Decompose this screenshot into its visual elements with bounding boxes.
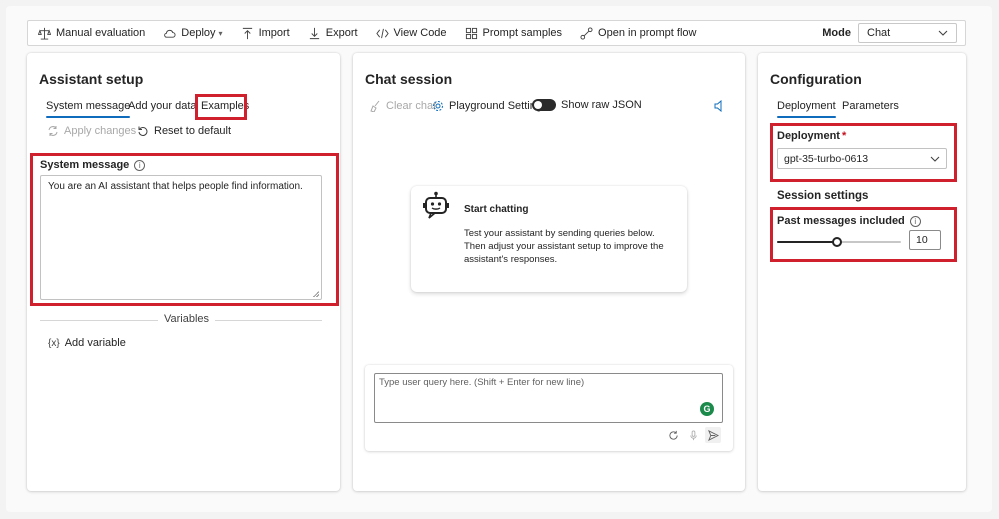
refresh-icon <box>668 430 678 440</box>
start-chatting-body: Test your assistant by sending queries b… <box>464 228 664 265</box>
bot-icon <box>423 191 449 219</box>
clear-chat-button[interactable]: Clear chat <box>369 100 436 112</box>
prompt-samples-button[interactable]: Prompt samples <box>465 27 562 40</box>
highlight-box-examples <box>195 94 247 120</box>
tab-parameters[interactable]: Parameters <box>842 100 899 112</box>
variable-icon: {x} <box>48 337 60 349</box>
mode-select[interactable]: Chat <box>858 23 957 43</box>
user-query-input[interactable]: Type user query here. (Shift + Enter for… <box>374 373 723 423</box>
send-button[interactable] <box>705 427 721 443</box>
top-toolbar: Manual evaluation Deploy ▾ Import Export… <box>27 20 966 46</box>
toggle-switch[interactable] <box>532 99 556 111</box>
speaker-icon[interactable] <box>714 100 724 112</box>
playground-settings-button[interactable]: Playground Settings <box>432 100 547 112</box>
scale-icon <box>38 27 51 40</box>
apply-changes-button[interactable]: Apply changes <box>47 125 136 137</box>
open-in-prompt-flow-button[interactable]: Open in prompt flow <box>580 26 696 40</box>
panel-title: Assistant setup <box>39 71 144 87</box>
manual-evaluation-button[interactable]: Manual evaluation <box>38 27 145 40</box>
panel-title: Configuration <box>770 71 862 87</box>
new-chat-button[interactable] <box>665 427 681 443</box>
mode-label: Mode <box>822 27 851 39</box>
variables-label: Variables <box>158 313 216 325</box>
mode-control: Mode Chat <box>822 23 957 43</box>
add-variable-button[interactable]: {x} Add variable <box>48 337 126 349</box>
highlight-box-system-message <box>30 153 339 306</box>
chevron-down-icon <box>938 30 948 36</box>
chevron-down-icon: ▾ <box>218 28 223 38</box>
panel-title: Chat session <box>365 71 453 87</box>
export-icon <box>309 27 319 39</box>
reset-icon <box>138 126 148 136</box>
mode-value: Chat <box>867 27 891 39</box>
grammarly-icon[interactable]: G <box>700 402 714 416</box>
view-code-button[interactable]: View Code <box>375 27 447 40</box>
chat-input-card: Type user query here. (Shift + Enter for… <box>365 365 733 451</box>
export-button[interactable]: Export <box>308 27 358 40</box>
session-settings-title: Session settings <box>777 190 869 202</box>
configuration-panel: Configuration Deployment Parameters Depl… <box>758 53 966 491</box>
show-raw-json-toggle[interactable]: Show raw JSON <box>532 99 642 111</box>
highlight-box-deployment <box>770 123 957 182</box>
deploy-button[interactable]: Deploy ▾ <box>163 27 223 40</box>
cloud-icon <box>164 29 176 38</box>
reset-to-default-button[interactable]: Reset to default <box>137 125 231 137</box>
chat-session-panel: Chat session Clear chat Playground Setti… <box>353 53 745 491</box>
microphone-icon <box>689 429 697 440</box>
start-chatting-title: Start chatting <box>464 204 529 215</box>
code-icon <box>375 28 389 38</box>
flow-icon <box>580 26 593 40</box>
tab-deployment[interactable]: Deployment <box>777 100 836 118</box>
tab-system-message[interactable]: System message <box>46 100 131 118</box>
broom-icon <box>370 100 380 112</box>
highlight-box-past-messages <box>770 207 957 262</box>
send-icon <box>707 429 719 441</box>
grid-icon <box>465 27 477 39</box>
gear-icon <box>433 101 443 111</box>
import-button[interactable]: Import <box>241 27 290 40</box>
import-icon <box>242 27 252 39</box>
assistant-setup-panel: Assistant setup System message Add your … <box>27 53 340 491</box>
tab-add-your-data[interactable]: Add your data <box>128 100 197 112</box>
microphone-button[interactable] <box>685 427 701 443</box>
sync-icon <box>48 126 58 136</box>
start-chatting-card: Start chatting Test your assistant by se… <box>411 186 687 292</box>
